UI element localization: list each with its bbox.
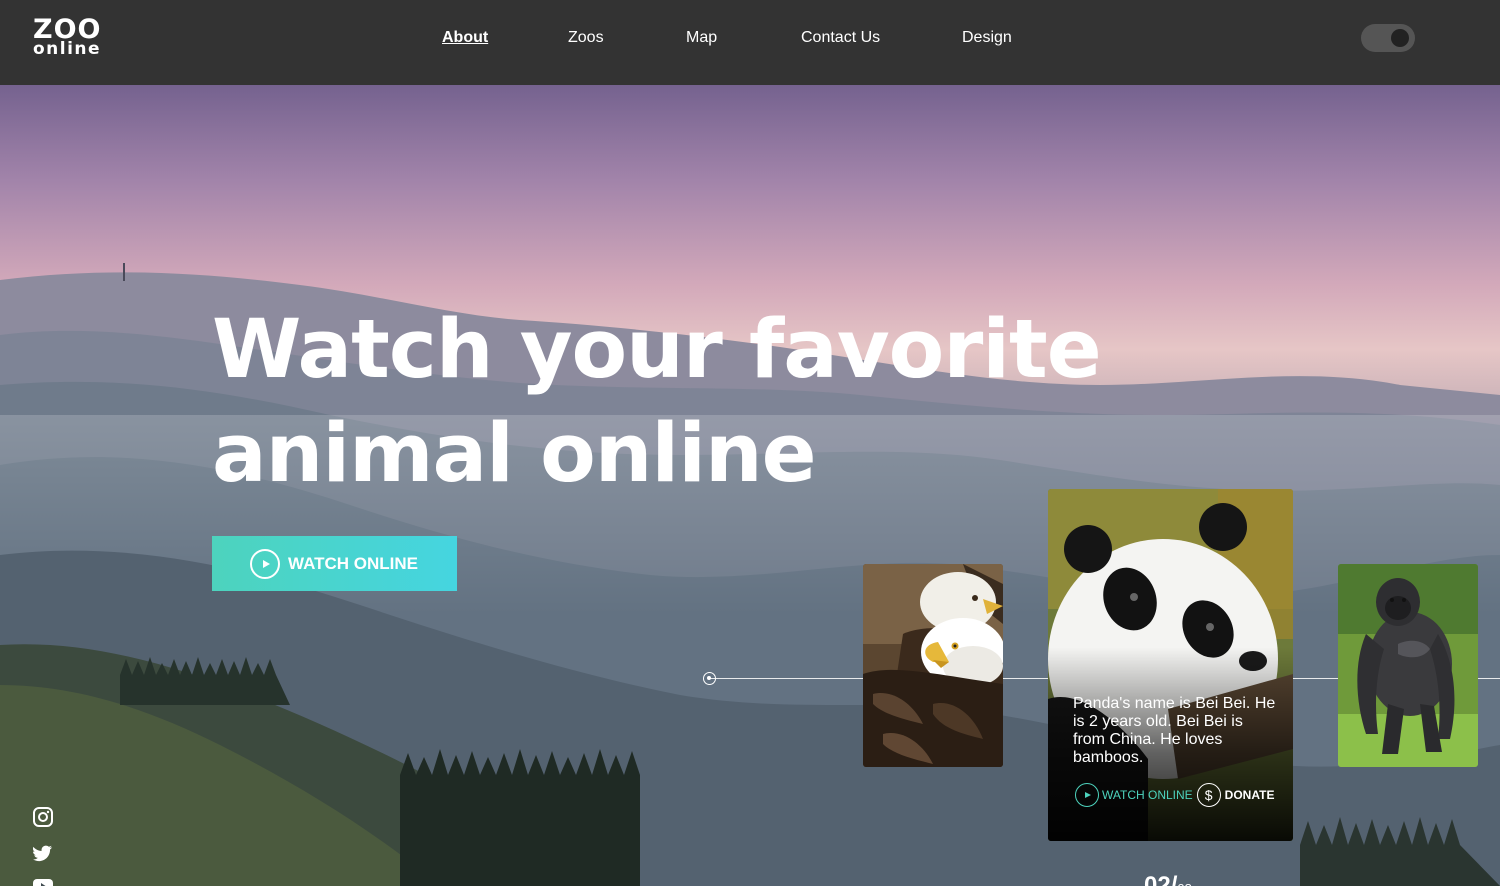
- play-icon: [250, 548, 280, 579]
- eagle-card[interactable]: [863, 564, 1003, 767]
- site-header: ZOO online About Zoos Map Contact Us Des…: [0, 0, 1500, 85]
- panda-donate-label: DONATE: [1224, 788, 1275, 802]
- counter-total: 08: [1177, 881, 1191, 886]
- hero-title-line2: animal online: [212, 407, 817, 501]
- slider-position-dot-icon[interactable]: [703, 672, 716, 685]
- eagle-photo: [863, 564, 1003, 767]
- panda-watch-online-link[interactable]: WATCH ONLINE: [1075, 783, 1193, 807]
- counter-current: 02/: [1144, 872, 1178, 886]
- nav-design[interactable]: Design: [962, 29, 1012, 47]
- instagram-icon[interactable]: [33, 807, 53, 827]
- panda-card[interactable]: Panda's name is Bei Bei. He is 2 years o…: [1048, 489, 1293, 841]
- watch-online-button[interactable]: WATCH ONLINE: [212, 536, 457, 591]
- watch-online-label: WATCH ONLINE: [288, 553, 419, 573]
- nav-map[interactable]: Map: [686, 29, 717, 47]
- panda-watch-label: WATCH ONLINE: [1102, 788, 1193, 802]
- main-nav: About Zoos Map Contact Us Design: [0, 29, 1500, 49]
- gorilla-card[interactable]: [1338, 564, 1478, 767]
- play-icon: [1075, 783, 1099, 807]
- youtube-icon[interactable]: [33, 879, 53, 886]
- dollar-icon: $: [1196, 783, 1221, 807]
- twitter-icon-graphic: [32, 845, 53, 862]
- panda-card-actions: WATCH ONLINE $ DONATE: [1075, 783, 1274, 807]
- hero-title: Watch your favorite animal online: [212, 298, 1112, 506]
- panda-caption: Panda's name is Bei Bei. He is 2 years o…: [1073, 695, 1276, 766]
- hero-section: Watch your favorite animal online WATCH …: [0, 85, 1500, 886]
- zoo-online-page: ZOO online About Zoos Map Contact Us Des…: [0, 0, 1500, 886]
- instagram-icon-graphic: [33, 807, 53, 827]
- theme-toggle-switch[interactable]: [1361, 24, 1415, 52]
- nav-contact-us[interactable]: Contact Us: [801, 29, 880, 47]
- youtube-icon-graphic: [33, 879, 53, 886]
- nav-about[interactable]: About: [442, 29, 488, 47]
- slider-page-counter: 02/08: [1144, 872, 1192, 886]
- toggle-knob-icon: [1391, 29, 1409, 47]
- panda-donate-link[interactable]: $ DONATE: [1196, 783, 1275, 807]
- twitter-icon[interactable]: [32, 845, 53, 865]
- nav-zoos[interactable]: Zoos: [568, 29, 604, 47]
- hero-title-line1: Watch your favorite: [212, 303, 1102, 397]
- gorilla-photo: [1338, 564, 1478, 767]
